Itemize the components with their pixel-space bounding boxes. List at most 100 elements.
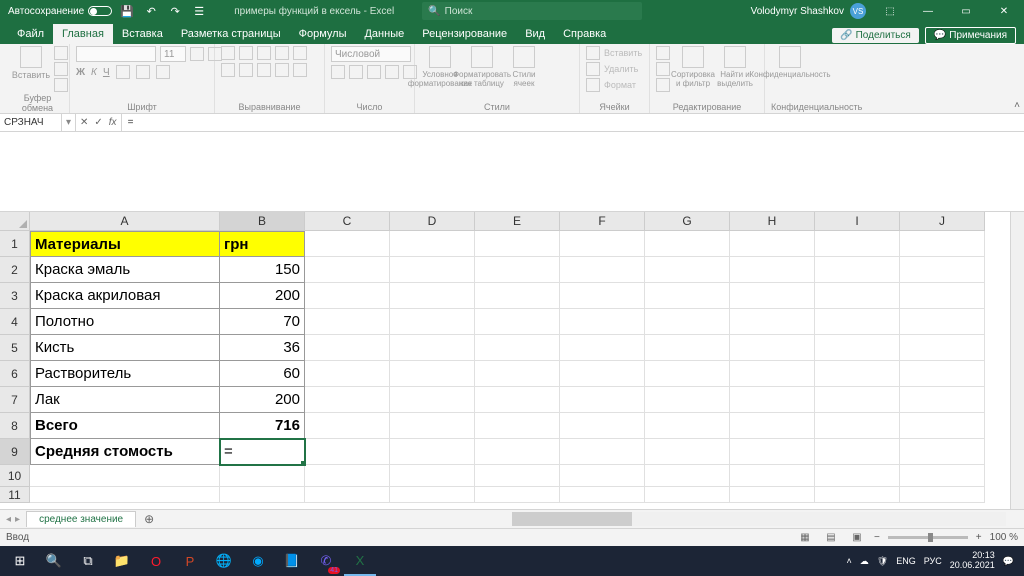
column-header-E[interactable]: E [475, 212, 560, 231]
increase-font-icon[interactable] [190, 47, 204, 61]
font-size-box[interactable] [160, 46, 186, 62]
horizontal-scrollbar[interactable] [512, 512, 1006, 526]
fill-icon[interactable] [656, 62, 670, 76]
cell-G8[interactable] [645, 413, 730, 439]
namebox-dropdown-icon[interactable]: ▾ [62, 114, 76, 131]
cell-E2[interactable] [475, 257, 560, 283]
format-painter-icon[interactable] [54, 78, 68, 92]
column-header-B[interactable]: B [220, 212, 305, 231]
cell-D9[interactable] [390, 439, 475, 465]
excel-task-icon[interactable]: X [344, 546, 376, 576]
column-header-D[interactable]: D [390, 212, 475, 231]
undo-icon[interactable]: ↶ [144, 4, 158, 18]
cell-H8[interactable] [730, 413, 815, 439]
find-select-button[interactable]: Найти и выделить [716, 46, 754, 88]
cell-C10[interactable] [305, 465, 390, 487]
cell-F9[interactable] [560, 439, 645, 465]
cell-F10[interactable] [560, 465, 645, 487]
autosum-icon[interactable] [656, 46, 670, 60]
cell-H3[interactable] [730, 283, 815, 309]
cell-E7[interactable] [475, 387, 560, 413]
cell-I5[interactable] [815, 335, 900, 361]
cell-C6[interactable] [305, 361, 390, 387]
increase-decimal-icon[interactable] [385, 65, 399, 79]
cell-B6[interactable]: 60 [220, 361, 305, 387]
security-icon[interactable]: 🛡 [877, 556, 888, 567]
column-header-J[interactable]: J [900, 212, 985, 231]
tab-view[interactable]: Вид [516, 24, 554, 44]
cell-I7[interactable] [815, 387, 900, 413]
cell-A6[interactable]: Растворитель [30, 361, 220, 387]
search-box[interactable]: 🔍 Поиск [422, 2, 642, 20]
merge-icon[interactable] [293, 63, 307, 77]
cell-C7[interactable] [305, 387, 390, 413]
cancel-formula-icon[interactable]: ✕ [80, 117, 88, 128]
row-header-9[interactable]: 9 [0, 439, 30, 465]
cell-D1[interactable] [390, 231, 475, 257]
row-header-6[interactable]: 6 [0, 361, 30, 387]
cell-G2[interactable] [645, 257, 730, 283]
select-all-corner[interactable] [0, 212, 30, 231]
orientation-icon[interactable] [275, 46, 289, 60]
minimize-icon[interactable]: — [914, 0, 942, 22]
number-format-box[interactable] [331, 46, 411, 62]
cell-E5[interactable] [475, 335, 560, 361]
zoom-in-icon[interactable]: + [976, 532, 982, 543]
cell-D2[interactable] [390, 257, 475, 283]
cell-B11[interactable] [220, 487, 305, 503]
tab-help[interactable]: Справка [554, 24, 615, 44]
copy-icon[interactable] [54, 62, 68, 76]
cell-A2[interactable]: Краска эмаль [30, 257, 220, 283]
cell-B10[interactable] [220, 465, 305, 487]
task-view-icon[interactable]: ⧉ [72, 546, 104, 576]
cell-B3[interactable]: 200 [220, 283, 305, 309]
bold-icon[interactable]: Ж [76, 67, 85, 78]
sort-filter-button[interactable]: Сортировка и фильтр [674, 46, 712, 88]
cell-J5[interactable] [900, 335, 985, 361]
cell-G5[interactable] [645, 335, 730, 361]
cell-G4[interactable] [645, 309, 730, 335]
normal-view-icon[interactable]: ▦ [796, 531, 814, 545]
cell-H2[interactable] [730, 257, 815, 283]
row-header-2[interactable]: 2 [0, 257, 30, 283]
user-account[interactable]: Volodymyr Shashkov VS [751, 3, 866, 19]
cell-F5[interactable] [560, 335, 645, 361]
cell-J2[interactable] [900, 257, 985, 283]
paste-button[interactable]: Вставить [12, 46, 50, 80]
search-task-icon[interactable]: 🔍 [38, 546, 70, 576]
sheet-nav-prev-icon[interactable]: ◂ [6, 514, 11, 525]
cell-A3[interactable]: Краска акриловая [30, 283, 220, 309]
cell-E11[interactable] [475, 487, 560, 503]
currency-icon[interactable] [331, 65, 345, 79]
cell-J9[interactable] [900, 439, 985, 465]
align-top-icon[interactable] [221, 46, 235, 60]
font-family-box[interactable] [76, 46, 156, 62]
cell-C3[interactable] [305, 283, 390, 309]
tab-home[interactable]: Главная [53, 24, 113, 44]
cell-A8[interactable]: Всего [30, 413, 220, 439]
wrap-text-icon[interactable] [293, 46, 307, 60]
lang-indicator-2[interactable]: РУС [924, 556, 942, 566]
align-right-icon[interactable] [257, 63, 271, 77]
ribbon-display-icon[interactable]: ⬚ [876, 0, 904, 22]
cell-I11[interactable] [815, 487, 900, 503]
cell-D5[interactable] [390, 335, 475, 361]
row-header-5[interactable]: 5 [0, 335, 30, 361]
tab-insert[interactable]: Вставка [113, 24, 172, 44]
cell-G1[interactable] [645, 231, 730, 257]
cell-J10[interactable] [900, 465, 985, 487]
cell-A10[interactable] [30, 465, 220, 487]
redo-icon[interactable]: ↷ [168, 4, 182, 18]
page-break-view-icon[interactable]: ▣ [848, 531, 866, 545]
cell-E10[interactable] [475, 465, 560, 487]
autosave-toggle[interactable]: Автосохранение [8, 6, 112, 17]
cell-F4[interactable] [560, 309, 645, 335]
cell-I9[interactable] [815, 439, 900, 465]
row-header-1[interactable]: 1 [0, 231, 30, 257]
zoom-level[interactable]: 100 % [990, 532, 1018, 543]
cell-B1[interactable]: грн [220, 231, 305, 257]
cell-J11[interactable] [900, 487, 985, 503]
column-header-C[interactable]: C [305, 212, 390, 231]
percent-icon[interactable] [349, 65, 363, 79]
page-layout-view-icon[interactable]: ▤ [822, 531, 840, 545]
